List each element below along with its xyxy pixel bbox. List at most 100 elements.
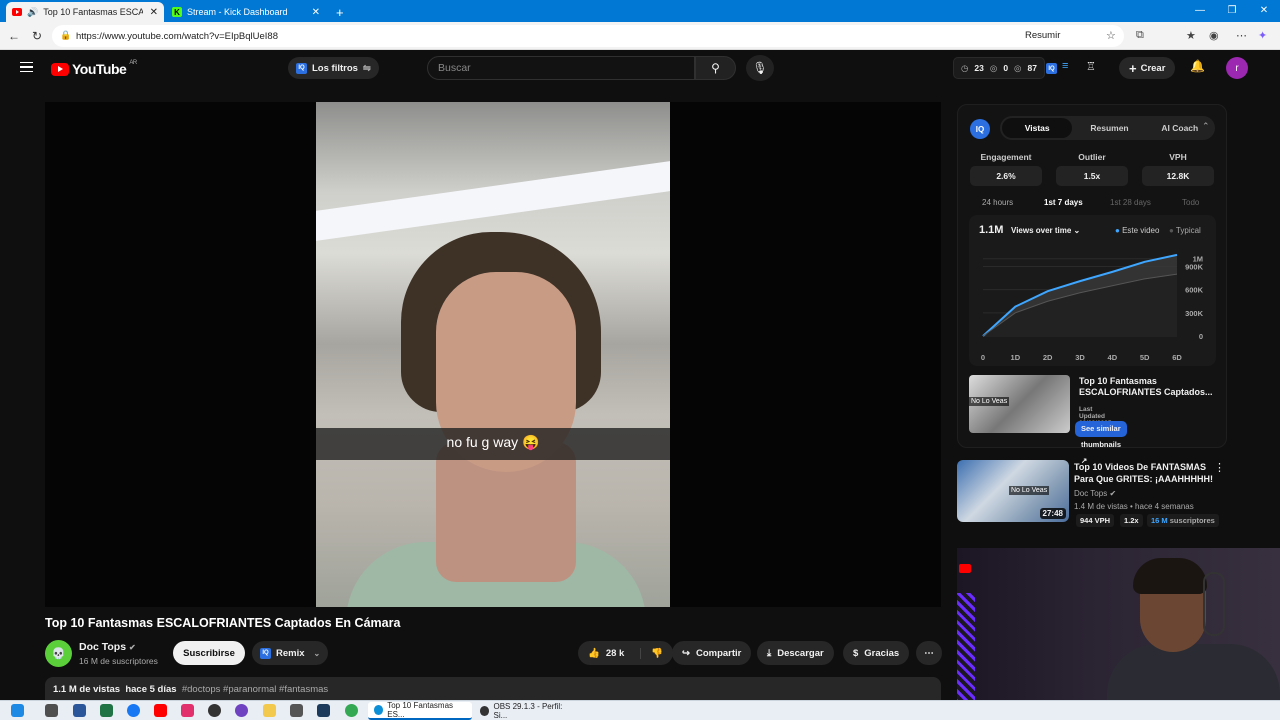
star-icon[interactable]: ☆	[1106, 29, 1116, 42]
x-tick-label: 3D	[1075, 353, 1085, 362]
video-player[interactable]: no fu g way 😝	[45, 102, 941, 607]
channel-name[interactable]: Doc Tops ✔	[79, 641, 136, 653]
search-button[interactable]: ⚲	[695, 56, 736, 80]
tab-kick[interactable]: K Stream - Kick Dashboard ✕	[166, 2, 326, 22]
taskbar-app-edge[interactable]: Top 10 Fantasmas ES...	[368, 701, 472, 720]
favorites-icon[interactable]: ★	[1186, 29, 1196, 42]
thanks-button[interactable]: $ Gracias	[843, 641, 910, 665]
youtube-icon[interactable]	[154, 704, 167, 717]
excel-icon[interactable]	[100, 704, 113, 717]
chevron-down-icon[interactable]: ⌄	[314, 649, 321, 658]
y-tick-label: 0	[1199, 332, 1203, 341]
tab-youtube[interactable]: 🔊 Top 10 Fantasmas ESCALOFRI ✕	[6, 2, 164, 22]
menu-icon[interactable]	[20, 62, 33, 72]
new-tab-button[interactable]: +	[330, 2, 350, 22]
close-tab-icon[interactable]: ✕	[312, 7, 320, 18]
dislike-button[interactable]: 👎	[640, 647, 663, 659]
remix-label: Remix	[276, 647, 305, 659]
folder-icon[interactable]	[263, 704, 276, 717]
search-input[interactable]: Buscar	[427, 56, 695, 80]
range-24-hours[interactable]: 24 hours	[982, 198, 1013, 207]
channel-avatar[interactable]: 💀	[45, 640, 72, 667]
more-vert-icon[interactable]: ⋮	[1214, 461, 1225, 474]
create-button[interactable]: + Crear	[1119, 57, 1176, 79]
thumbnail-tag: No Lo Veas	[969, 397, 1010, 406]
verified-icon: ✔	[128, 643, 136, 652]
youtube-logo[interactable]: YouTube AR	[51, 60, 137, 77]
share-icon: ↪	[682, 647, 690, 659]
iq-toolbar-icon[interactable]: IQ	[1046, 63, 1057, 74]
subscribe-button[interactable]: Suscribirse	[173, 641, 245, 665]
recommended-meta: 1.4 M de vistas • hace 4 semanas	[1074, 502, 1194, 511]
word-icon[interactable]	[73, 704, 86, 717]
chrome-icon[interactable]	[345, 704, 358, 717]
facebook-icon[interactable]	[127, 704, 140, 717]
app-icon[interactable]	[208, 704, 221, 717]
upload-age: hace 5 días	[125, 684, 177, 695]
video-frame: no fu g way 😝	[316, 102, 670, 607]
remix-button[interactable]: IQ Remix ⌄	[252, 641, 329, 665]
resumir-button[interactable]: Resumir	[1025, 30, 1060, 41]
bell-icon[interactable]: 🔔	[1190, 59, 1205, 73]
recommended-thumbnail[interactable]: No Lo Veas 27:48	[957, 460, 1069, 522]
range-1st-7-days[interactable]: 1st 7 days	[1044, 198, 1083, 207]
back-icon[interactable]: ←	[8, 29, 20, 43]
headphone-mic	[1203, 572, 1225, 636]
subscriber-count: 16 M de suscriptores	[79, 656, 158, 666]
reload-icon[interactable]: ↻	[32, 29, 42, 43]
tab-title: Top 10 Fantasmas ESCALOFRI	[43, 7, 144, 17]
player-letterbox-right	[670, 102, 941, 607]
trophy-icon[interactable]: ♖	[1086, 60, 1096, 73]
windows-taskbar: Top 10 Fantasmas ES... OBS 29.1.3 - Perf…	[0, 700, 1280, 720]
tab-vistas[interactable]: Vistas	[1002, 118, 1073, 138]
voice-search-button[interactable]: 🎙	[746, 55, 774, 81]
url-field[interactable]: 🔒 https://www.youtube.com/watch?v=EIpBql…	[52, 25, 1124, 47]
filters-button[interactable]: IQ Los filtros ⇋	[288, 57, 379, 79]
hashtags[interactable]: #doctops #paranormal #fantasmas	[182, 684, 328, 695]
app-icon[interactable]	[235, 704, 248, 717]
start-icon[interactable]	[11, 704, 24, 717]
instagram-icon[interactable]	[181, 704, 194, 717]
views-chart: 0 300K 600K 900K1M 0 1D 2D 3D 4D 5D 6D	[981, 253, 1204, 362]
more-icon[interactable]: ⋯	[1236, 29, 1247, 42]
maximize-button[interactable]: ❐	[1216, 0, 1248, 22]
share-button[interactable]: ↪ Compartir	[672, 641, 752, 665]
close-tab-icon[interactable]: ✕	[150, 7, 158, 18]
extensions-icon[interactable]: ⧉	[1136, 29, 1144, 42]
preview-thumbnail[interactable]: No Lo Veas	[969, 375, 1070, 433]
close-window-button[interactable]: ✕	[1248, 0, 1280, 22]
microphone-icon: 🎙	[752, 61, 768, 75]
see-similar-thumbnails-button[interactable]: See similar thumbnails ↗	[1075, 421, 1127, 465]
thanks-label: Gracias	[864, 647, 900, 659]
profile-icon[interactable]: ◉	[1209, 29, 1219, 42]
range-1st-28-days[interactable]: 1st 28 days	[1110, 198, 1151, 207]
avatar[interactable]: r	[1226, 57, 1248, 79]
collapse-chevron-icon[interactable]: ⌃	[1202, 121, 1210, 132]
like-button[interactable]: 👍 28 k 👎	[578, 641, 674, 665]
create-label: Crear	[1140, 62, 1166, 74]
range-todo[interactable]: Todo	[1182, 198, 1199, 207]
recommended-channel[interactable]: Doc Tops ✔	[1074, 489, 1116, 498]
calendar-icon[interactable]	[45, 704, 58, 717]
panel-tabs: Vistas Resumen AI Coach	[1000, 116, 1215, 140]
recommended-title[interactable]: Top 10 Videos De FANTASMAS Para Que GRIT…	[1074, 461, 1214, 485]
stats-widget[interactable]: ◷ 23 ◎ 0 ◎ 87	[953, 57, 1045, 79]
taskbar-app-obs[interactable]: OBS 29.1.3 - Perfil: Si...	[474, 702, 580, 720]
list-icon[interactable]: ≡	[1062, 60, 1068, 72]
app-icon[interactable]	[317, 704, 330, 717]
plus-icon: +	[1129, 60, 1137, 76]
tab-title: Stream - Kick Dashboard	[187, 7, 288, 17]
neon-light	[957, 593, 975, 700]
logo-region: AR	[129, 60, 137, 66]
like-count: 28 k	[605, 647, 625, 659]
x-tick-label: 1D	[1011, 353, 1021, 362]
download-button[interactable]: ⤓ Descargar	[757, 641, 834, 665]
lock-icon: 🔒	[60, 30, 72, 40]
speaker-icon[interactable]: 🔊	[27, 7, 38, 18]
app-icon[interactable]	[290, 704, 303, 717]
download-icon: ⤓	[767, 647, 772, 659]
tab-resumen[interactable]: Resumen	[1074, 123, 1144, 133]
minimize-button[interactable]: —	[1184, 0, 1216, 22]
more-actions-button[interactable]: ⋯	[916, 641, 942, 665]
copilot-icon[interactable]: ✦	[1258, 29, 1267, 42]
